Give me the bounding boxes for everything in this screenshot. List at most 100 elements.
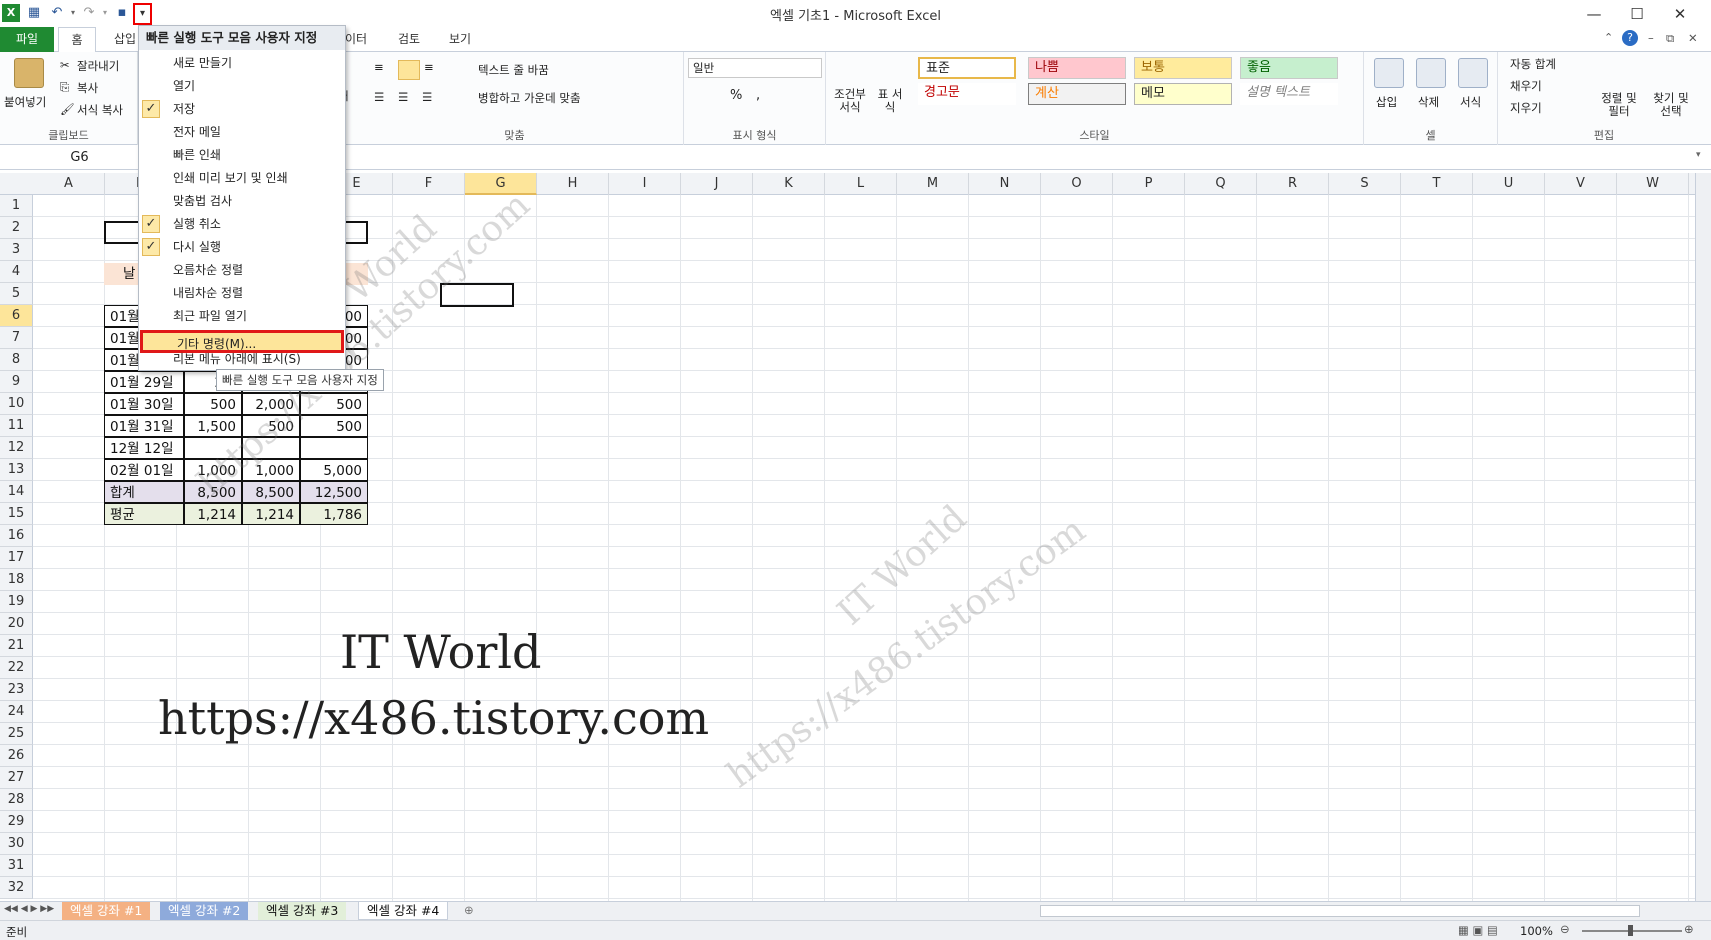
menu-item[interactable]: 맞춤법 검사 [139, 190, 345, 213]
row-header-14[interactable]: 14 [0, 481, 33, 503]
conditional-format-button[interactable]: 조건부 서식 [832, 88, 868, 114]
sheet-tab-4[interactable]: 엑셀 강좌 #4 [358, 902, 449, 920]
delete-cells-button[interactable]: 삭제 [1418, 94, 1439, 110]
row-header-25[interactable]: 25 [0, 723, 33, 745]
align-left-icon[interactable]: ☰ [374, 90, 384, 104]
menu-item[interactable]: 인쇄 미리 보기 및 인쇄 [139, 167, 345, 190]
column-header-r[interactable]: R [1257, 173, 1329, 195]
column-header-l[interactable]: L [825, 173, 897, 195]
copy-button[interactable]: 복사 [77, 80, 98, 96]
row-header-15[interactable]: 15 [0, 503, 33, 525]
table-cell-date[interactable]: 01월 29일 [104, 371, 184, 393]
column-header-f[interactable]: F [393, 173, 465, 195]
row-header-32[interactable]: 32 [0, 877, 33, 899]
tab-home[interactable]: 홈 [58, 27, 96, 53]
percent-button[interactable]: % [730, 88, 742, 103]
column-header-w[interactable]: W [1617, 173, 1689, 195]
expand-formula-icon[interactable]: ▾ [1696, 150, 1701, 160]
zoom-slider-thumb[interactable] [1628, 925, 1633, 936]
row-header-12[interactable]: 12 [0, 437, 33, 459]
row-header-10[interactable]: 10 [0, 393, 33, 415]
row-header-29[interactable]: 29 [0, 811, 33, 833]
page-view-icons[interactable]: ▦ ▣ ▤ [1458, 923, 1498, 937]
column-header-h[interactable]: H [537, 173, 609, 195]
close-icon[interactable]: ✕ [1660, 2, 1700, 26]
row-header-21[interactable]: 21 [0, 635, 33, 657]
menu-item-show-below-ribbon[interactable]: 리본 메뉴 아래에 표시(S) [139, 349, 345, 369]
table-avg-label[interactable]: 평균 [104, 503, 184, 525]
table-cell-date[interactable]: 01월 31일 [104, 415, 184, 437]
paste-icon[interactable] [14, 58, 44, 88]
doc-minimize-icon[interactable]: – [1648, 31, 1654, 45]
horizontal-scrollbar[interactable] [1040, 905, 1640, 917]
zoom-out-icon[interactable]: ⊖ [1560, 922, 1570, 936]
row-header-6[interactable]: 6 [0, 305, 33, 327]
table-avg-value[interactable]: 1,214 [242, 503, 300, 525]
format-cells-button[interactable]: 서식 [1460, 94, 1481, 110]
minimize-icon[interactable]: — [1574, 2, 1614, 26]
column-header-j[interactable]: J [681, 173, 753, 195]
column-header-s[interactable]: S [1329, 173, 1401, 195]
autosum-button[interactable]: 자동 합계 [1510, 56, 1556, 72]
table-sum-label[interactable]: 합계 [104, 481, 184, 503]
wrap-text-button[interactable]: 텍스트 줄 바꿈 [478, 62, 549, 78]
align-middle-icon[interactable] [398, 60, 420, 80]
row-header-17[interactable]: 17 [0, 547, 33, 569]
row-header-13[interactable]: 13 [0, 459, 33, 481]
column-header-u[interactable]: U [1473, 173, 1545, 195]
comma-button[interactable]: , [756, 88, 760, 103]
tab-insert[interactable]: 삽입 [110, 27, 140, 52]
column-header-o[interactable]: O [1041, 173, 1113, 195]
table-cell-date[interactable]: 12월 12일 [104, 437, 184, 459]
style-normal[interactable]: 표준 [918, 57, 1016, 79]
tab-file[interactable]: 파일 [0, 27, 54, 52]
row-header-20[interactable]: 20 [0, 613, 33, 635]
fill-button[interactable]: 채우기 [1510, 78, 1542, 94]
table-cell-date[interactable]: 02월 01일 [104, 459, 184, 481]
doc-restore-icon[interactable]: ⧉ [1666, 31, 1674, 46]
paste-button[interactable]: 붙여넣기 [4, 94, 46, 110]
row-header-4[interactable]: 4 [0, 261, 33, 283]
format-painter-button[interactable]: 서식 복사 [77, 102, 123, 118]
row-header-24[interactable]: 24 [0, 701, 33, 723]
sheet-tab-1[interactable]: 엑셀 강좌 #1 [62, 902, 151, 920]
table-avg-value[interactable]: 1,214 [184, 503, 242, 525]
first-sheet-icon[interactable]: ◀◀ ◀ ▶ ▶▶ [4, 904, 54, 914]
tab-view[interactable]: 보기 [445, 27, 475, 52]
style-memo[interactable]: 메모 [1134, 83, 1232, 105]
row-header-3[interactable]: 3 [0, 239, 33, 261]
row-header-5[interactable]: 5 [0, 283, 33, 305]
style-bad[interactable]: 나쁨 [1028, 57, 1126, 79]
table-cell-value[interactable]: 5,000 [300, 459, 368, 481]
row-header-30[interactable]: 30 [0, 833, 33, 855]
row-header-31[interactable]: 31 [0, 855, 33, 877]
row-header-27[interactable]: 27 [0, 767, 33, 789]
style-good[interactable]: 좋음 [1240, 57, 1338, 79]
row-header-16[interactable]: 16 [0, 525, 33, 547]
menu-item[interactable]: 빠른 인쇄 [139, 144, 345, 167]
column-header-a[interactable]: A [33, 173, 105, 195]
style-warning[interactable]: 경고문 [918, 83, 1016, 105]
tab-review[interactable]: 검토 [394, 27, 424, 52]
column-header-p[interactable]: P [1113, 173, 1185, 195]
new-sheet-icon[interactable]: ⊕ [464, 903, 474, 917]
row-header-28[interactable]: 28 [0, 789, 33, 811]
row-header-26[interactable]: 26 [0, 745, 33, 767]
row-header-22[interactable]: 22 [0, 657, 33, 679]
table-avg-value[interactable]: 1,786 [300, 503, 368, 525]
align-center-icon[interactable]: ☰ [398, 90, 408, 104]
align-right-icon[interactable]: ☰ [422, 90, 432, 104]
table-cell-date[interactable]: 01월 30일 [104, 393, 184, 415]
merge-center-button[interactable]: 병합하고 가운데 맞춤 [478, 90, 581, 106]
column-header-k[interactable]: K [753, 173, 825, 195]
menu-item[interactable]: 전자 메일 [139, 121, 345, 144]
zoom-in-icon[interactable]: ⊕ [1684, 922, 1694, 936]
name-box[interactable]: G6 [0, 147, 160, 169]
column-header-v[interactable]: V [1545, 173, 1617, 195]
row-header-7[interactable]: 7 [0, 327, 33, 349]
find-select-button[interactable]: 찾기 및 선택 [1648, 92, 1694, 118]
table-cell-value[interactable] [300, 437, 368, 459]
sheet-tab-3[interactable]: 엑셀 강좌 #3 [258, 902, 347, 920]
table-cell-value[interactable]: 500 [184, 393, 242, 415]
menu-item[interactable]: 최근 파일 열기 [139, 305, 345, 328]
